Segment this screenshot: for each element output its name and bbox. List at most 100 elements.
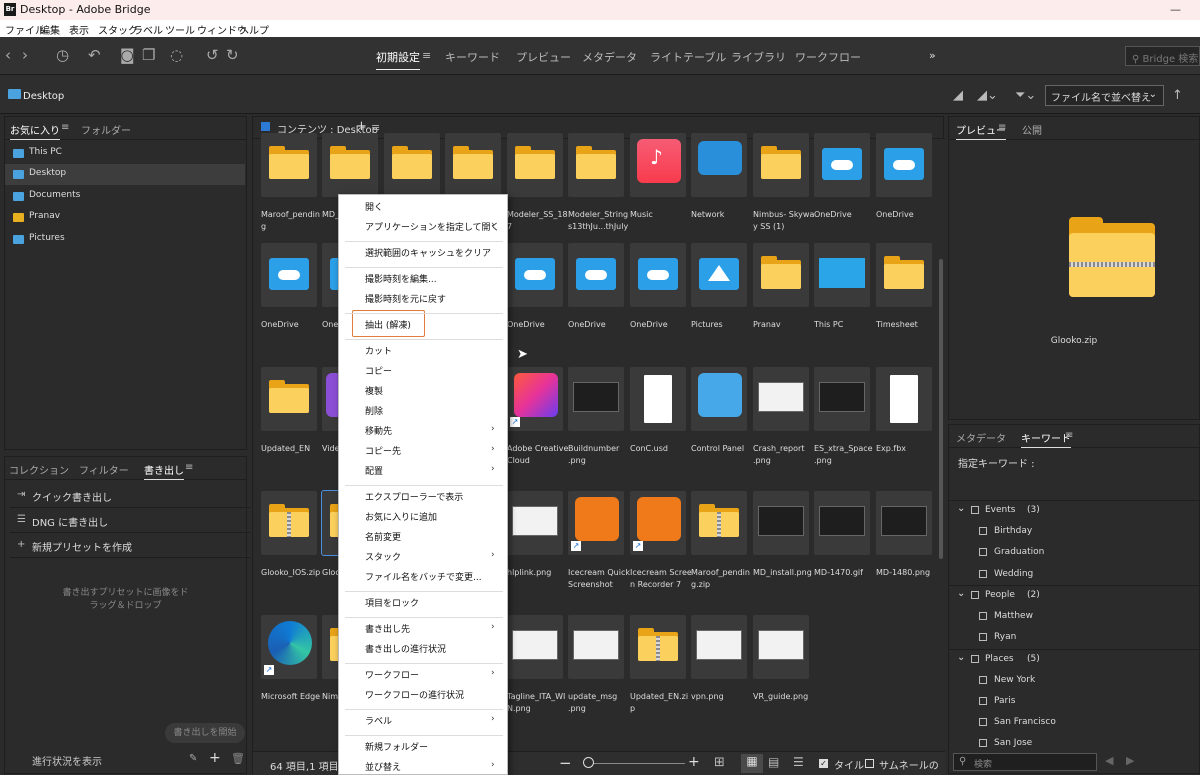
favorite-documents[interactable]: Documents: [5, 186, 245, 207]
thumbs-only-checkbox[interactable]: [865, 759, 874, 768]
tab-keywords[interactable]: キーワード: [1021, 430, 1071, 448]
menu-stack[interactable]: スタック: [98, 22, 138, 37]
context-menu-item[interactable]: 書き出し先: [365, 622, 410, 635]
add-tab-icon[interactable]: +: [356, 119, 367, 134]
content-item[interactable]: OneDrive: [261, 243, 323, 367]
content-item[interactable]: MD-1480.png: [876, 491, 938, 615]
view-list-icon[interactable]: ☰: [793, 755, 804, 769]
view-details-icon[interactable]: ▤: [768, 755, 779, 769]
menu-help[interactable]: ヘルプ: [239, 22, 269, 37]
bridge-search-input[interactable]: ⚲ Bridge 検索：: [1125, 46, 1200, 66]
workspace-workflow[interactable]: ワークフロー: [795, 49, 861, 65]
rating-filter-icon[interactable]: ◢⌄: [977, 88, 998, 103]
content-item[interactable]: Maroof_pendin g: [261, 133, 323, 257]
keyword-checkbox[interactable]: [971, 506, 979, 514]
quality-icon[interactable]: ◢: [953, 88, 963, 103]
keyword-checkbox[interactable]: [979, 696, 987, 705]
menu-file[interactable]: ファイル: [5, 22, 45, 37]
chevron-down-icon[interactable]: ⌄: [957, 588, 965, 599]
show-progress-link[interactable]: 進行状況を表示: [32, 753, 102, 768]
content-item[interactable]: Updated_EN: [261, 367, 323, 491]
keyword-item[interactable]: Ryan: [994, 632, 1016, 642]
context-menu-item[interactable]: 項目をロック: [365, 596, 419, 609]
content-item[interactable]: update_msg .png: [568, 615, 630, 739]
content-item[interactable]: Maroof_pendin g.zip: [691, 491, 753, 615]
tab-metadata[interactable]: メタデータ: [956, 430, 1006, 445]
rotate-right-icon[interactable]: ↻: [226, 46, 239, 64]
refine-icon[interactable]: ❐: [142, 46, 155, 64]
preview-menu-icon[interactable]: ≡: [998, 122, 1006, 133]
filter-icon[interactable]: ⏷⌄: [1015, 88, 1036, 103]
keyword-item[interactable]: Birthday: [994, 526, 1032, 536]
open-in-camera-raw-icon[interactable]: ◌: [170, 46, 183, 64]
context-menu-item[interactable]: 撮影時刻を元に戻す: [365, 292, 446, 305]
start-export-button[interactable]: 書き出しを開始: [165, 723, 245, 743]
zoom-out-icon[interactable]: −: [559, 754, 572, 772]
content-item[interactable]: ↗ Adobe Creative Cloud: [507, 367, 569, 491]
content-item[interactable]: ConC.usd: [630, 367, 692, 491]
content-item[interactable]: ♪ Music: [630, 133, 692, 257]
context-menu-item[interactable]: カット: [365, 344, 392, 357]
tab-publish[interactable]: 公開: [1022, 122, 1042, 137]
context-menu-item[interactable]: 開く: [365, 200, 383, 213]
menu-view[interactable]: 表示: [69, 22, 89, 37]
workspace-library[interactable]: ライブラリ: [731, 49, 786, 65]
workspace-metadata[interactable]: メタデータ: [582, 49, 637, 65]
chevron-down-icon[interactable]: ⌄: [957, 503, 965, 514]
camera-icon[interactable]: ◙: [120, 46, 135, 64]
keyword-item[interactable]: San Jose: [994, 738, 1032, 748]
content-item[interactable]: VR_guide.png: [753, 615, 815, 739]
content-item[interactable]: vpn.png: [691, 615, 753, 739]
favorites-menu-icon[interactable]: ≡: [61, 122, 69, 133]
content-item[interactable]: ↗ Icecream Quick Screenshot: [568, 491, 630, 615]
keyword-checkbox[interactable]: [971, 590, 979, 599]
chevron-down-icon[interactable]: ⌄: [957, 652, 965, 663]
keyword-checkbox[interactable]: [971, 654, 979, 663]
context-menu-item[interactable]: エクスプローラーで表示: [365, 490, 463, 503]
thumbnail-slider-track[interactable]: [589, 763, 685, 764]
context-menu-item[interactable]: 配置: [365, 464, 383, 477]
content-item[interactable]: MD_install.png: [753, 491, 815, 615]
keyword-checkbox[interactable]: [979, 548, 987, 557]
content-item[interactable]: ES_xtra_Space .png: [814, 367, 876, 491]
add-icon[interactable]: +: [209, 750, 221, 766]
content-item[interactable]: Timesheet: [876, 243, 938, 367]
favorite-desktop[interactable]: Desktop: [5, 164, 245, 185]
context-menu-item[interactable]: アプリケーションを指定して開く: [365, 220, 500, 233]
tab-filter[interactable]: フィルター: [79, 462, 129, 477]
content-item[interactable]: Control Panel: [691, 367, 753, 491]
new-preset-row[interactable]: + 新規プリセットを作成: [10, 534, 250, 558]
context-menu-item[interactable]: 書き出しの進行状況: [365, 642, 446, 655]
content-item[interactable]: Modeler_SS_18 7: [507, 133, 569, 257]
content-scrollbar[interactable]: [937, 139, 945, 751]
back-icon[interactable]: ‹: [5, 46, 11, 64]
content-item[interactable]: Pictures: [691, 243, 753, 367]
workspace-menu-icon[interactable]: ≡: [422, 49, 431, 62]
context-menu-item[interactable]: 選択範囲のキャッシュをクリア: [365, 246, 491, 259]
return-icon[interactable]: ↶: [88, 46, 101, 64]
keyword-checkbox[interactable]: [979, 569, 987, 578]
trash-icon[interactable]: 🗑: [231, 752, 245, 765]
context-menu-item[interactable]: スタック: [365, 550, 401, 563]
minimize-button[interactable]: —: [1170, 3, 1181, 16]
zoom-in-icon[interactable]: +: [688, 754, 700, 770]
menu-label[interactable]: ラベル: [133, 22, 163, 37]
quick-export-row[interactable]: ⇥ クイック書き出し: [10, 484, 250, 508]
grid-lock-icon[interactable]: ⊞: [714, 755, 725, 770]
content-item[interactable]: Nimbus- Skywa y SS (1): [753, 133, 815, 257]
workspace-lighttable[interactable]: ライトテーブル: [650, 49, 726, 65]
content-item[interactable]: Modeler_String s13thJu...thJuly: [568, 133, 630, 257]
content-item[interactable]: ↗ Microsoft Edge: [261, 615, 323, 739]
keyword-checkbox[interactable]: [979, 611, 987, 620]
content-item[interactable]: Tagline_ITA_WI N.png: [507, 615, 569, 739]
keywords-menu-icon[interactable]: ≡: [1065, 430, 1073, 441]
tab-favorites[interactable]: お気に入り: [10, 122, 60, 140]
keyword-item[interactable]: Graduation: [994, 547, 1044, 557]
next-result-icon[interactable]: ▶: [1126, 754, 1134, 767]
keyword-checkbox[interactable]: [979, 739, 987, 748]
content-item[interactable]: Pranav: [753, 243, 815, 367]
view-thumbnails-icon[interactable]: ▦: [741, 754, 763, 773]
content-item[interactable]: MD-1470.gif: [814, 491, 876, 615]
content-item[interactable]: ↗ Icecream Scree n Recorder 7: [630, 491, 692, 615]
favorite-pictures[interactable]: Pictures: [5, 229, 245, 250]
